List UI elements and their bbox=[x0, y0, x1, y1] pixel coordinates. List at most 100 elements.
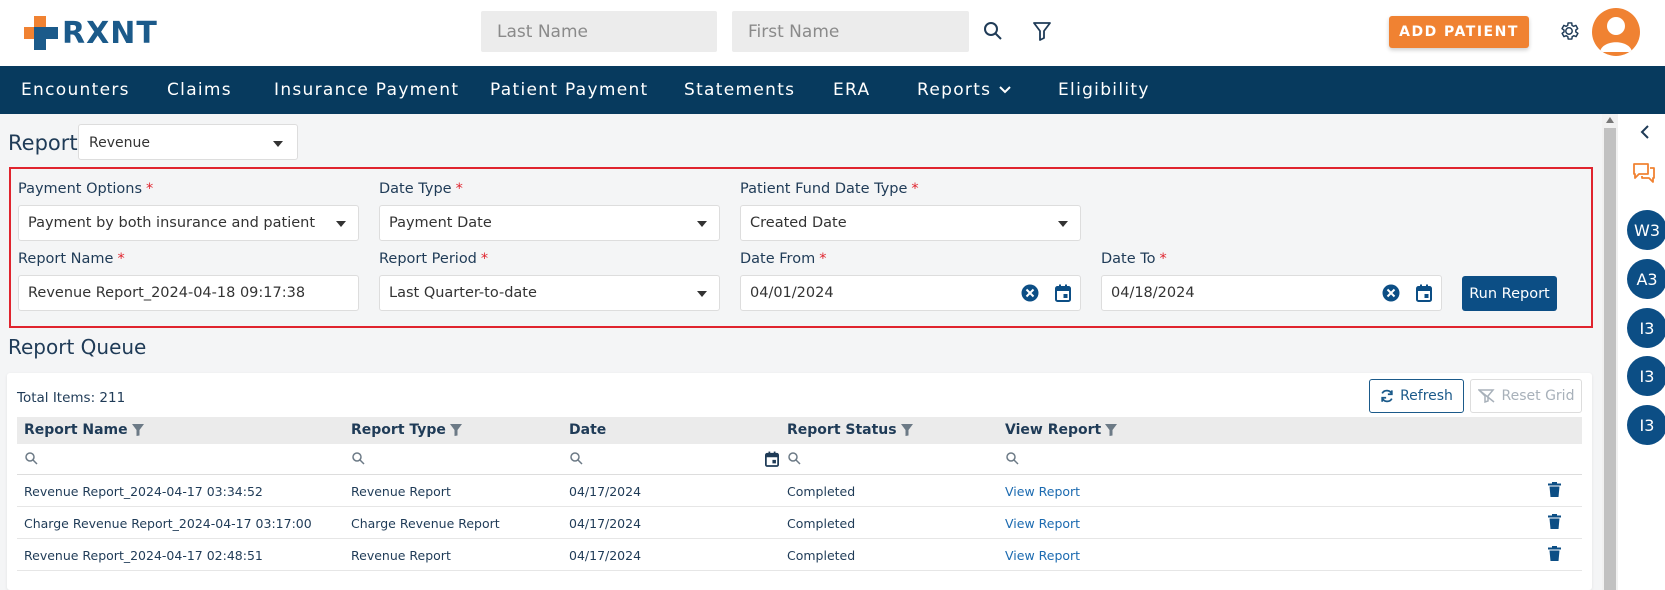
nav-claims[interactable]: Claims bbox=[167, 80, 232, 100]
nav-eligibility[interactable]: Eligibility bbox=[1058, 80, 1150, 100]
report-name-value: Revenue Report_2024-04-18 09:17:38 bbox=[28, 285, 306, 301]
payment-options-label: Payment Options * bbox=[18, 181, 154, 197]
rxnt-logo[interactable]: RXNT bbox=[22, 13, 158, 53]
report-name-cell: Revenue Report_2024-04-17 02:48:51 bbox=[24, 548, 263, 563]
filter-icon[interactable] bbox=[1104, 423, 1118, 437]
report-page: Report Revenue Payment Options * Payment … bbox=[0, 114, 1602, 590]
column-header-view-report[interactable]: View Report bbox=[1005, 422, 1118, 438]
nav-reports[interactable]: Reports bbox=[917, 80, 991, 100]
report-period-select[interactable]: Last Quarter-to-date bbox=[379, 275, 720, 311]
nav-statements[interactable]: Statements bbox=[684, 80, 795, 100]
date-from-label: Date From * bbox=[740, 251, 827, 267]
payment-options-value: Payment by both insurance and patient bbox=[28, 215, 316, 231]
report-name-cell: Charge Revenue Report_2024-04-17 03:17:0… bbox=[24, 516, 312, 531]
report-label: Report bbox=[8, 131, 78, 155]
calendar-icon[interactable] bbox=[1416, 284, 1432, 302]
refresh-label: Refresh bbox=[1400, 388, 1453, 404]
chevron-down-icon[interactable] bbox=[999, 86, 1011, 94]
table-row: Revenue Report_2024-04-17 02:48:51 Reven… bbox=[17, 539, 1582, 571]
first-name-input[interactable] bbox=[732, 11, 969, 52]
filter-icon[interactable] bbox=[1030, 19, 1054, 43]
chevron-down-icon bbox=[697, 291, 707, 297]
grid-filter-row bbox=[17, 444, 1582, 475]
date-type-select[interactable]: Payment Date bbox=[379, 205, 720, 241]
reset-grid-button[interactable]: Reset Grid bbox=[1470, 379, 1582, 413]
patient-fund-date-type-value: Created Date bbox=[750, 215, 847, 231]
column-header-report-type[interactable]: Report Type bbox=[351, 422, 463, 438]
view-report-link[interactable]: View Report bbox=[1005, 548, 1080, 563]
filter-icon[interactable] bbox=[449, 423, 463, 437]
trash-icon[interactable] bbox=[1548, 482, 1561, 497]
user-chip-i3[interactable]: I3 bbox=[1627, 405, 1665, 445]
report-queue-title: Report Queue bbox=[8, 335, 147, 359]
user-chip-i3[interactable]: I3 bbox=[1627, 356, 1665, 396]
report-queue-grid: Total Items: 211 Refresh Reset Grid Repo… bbox=[7, 373, 1592, 590]
patient-fund-date-type-label: Patient Fund Date Type * bbox=[740, 181, 919, 197]
chat-icon[interactable] bbox=[1632, 162, 1656, 184]
date-to-value: 04/18/2024 bbox=[1111, 285, 1195, 301]
chevron-down-icon bbox=[336, 221, 346, 227]
scrollbar-thumb[interactable] bbox=[1604, 128, 1616, 590]
main-nav: Encounters Claims Insurance Payment Pati… bbox=[0, 66, 1665, 114]
column-header-report-status[interactable]: Report Status bbox=[787, 422, 914, 438]
report-type-cell: Revenue Report bbox=[351, 484, 451, 499]
refresh-button[interactable]: Refresh bbox=[1369, 379, 1464, 413]
report-name-label: Report Name * bbox=[18, 251, 125, 267]
clear-circle-icon[interactable] bbox=[1382, 284, 1400, 302]
search-icon[interactable] bbox=[570, 452, 583, 465]
clear-circle-icon[interactable] bbox=[1021, 284, 1039, 302]
chevron-down-icon bbox=[1058, 221, 1068, 227]
report-parameters-panel: Payment Options * Payment by both insuran… bbox=[9, 167, 1593, 328]
reset-filter-icon bbox=[1477, 389, 1495, 403]
view-report-link[interactable]: View Report bbox=[1005, 484, 1080, 499]
page-scrollbar[interactable] bbox=[1602, 114, 1618, 590]
run-report-button[interactable]: Run Report bbox=[1462, 276, 1557, 311]
nav-encounters[interactable]: Encounters bbox=[21, 80, 130, 100]
date-from-value: 04/01/2024 bbox=[750, 285, 834, 301]
rxnt-cross-icon bbox=[24, 16, 58, 50]
date-type-value: Payment Date bbox=[389, 215, 492, 231]
user-chip-a3[interactable]: A3 bbox=[1627, 259, 1665, 299]
nav-patient-payment[interactable]: Patient Payment bbox=[490, 80, 649, 100]
add-patient-button[interactable]: ADD PATIENT bbox=[1389, 16, 1529, 48]
trash-icon[interactable] bbox=[1548, 514, 1561, 529]
user-chip-w3[interactable]: W3 bbox=[1627, 210, 1665, 250]
refresh-icon bbox=[1381, 389, 1393, 403]
report-type-cell: Charge Revenue Report bbox=[351, 516, 500, 531]
search-icon[interactable] bbox=[25, 452, 38, 465]
grid-header: Report Name Report Type Date Report Stat… bbox=[17, 417, 1582, 444]
chevron-down-icon bbox=[697, 221, 707, 227]
user-avatar-icon[interactable] bbox=[1592, 8, 1640, 56]
reset-grid-label: Reset Grid bbox=[1501, 388, 1575, 404]
search-icon[interactable] bbox=[1006, 452, 1019, 465]
total-items: Total Items: 211 bbox=[17, 390, 126, 406]
search-icon[interactable] bbox=[352, 452, 365, 465]
payment-options-select[interactable]: Payment by both insurance and patient bbox=[18, 205, 359, 241]
calendar-icon[interactable] bbox=[765, 451, 779, 467]
user-chip-i3[interactable]: I3 bbox=[1627, 308, 1665, 348]
trash-icon[interactable] bbox=[1548, 546, 1561, 561]
column-header-report-name[interactable]: Report Name bbox=[24, 422, 145, 438]
last-name-input[interactable] bbox=[481, 11, 717, 52]
search-icon[interactable] bbox=[788, 452, 801, 465]
patient-fund-date-type-select[interactable]: Created Date bbox=[740, 205, 1081, 241]
calendar-icon[interactable] bbox=[1055, 284, 1071, 302]
date-cell: 04/17/2024 bbox=[569, 484, 642, 499]
search-icon[interactable] bbox=[981, 19, 1005, 43]
nav-insurance-payment[interactable]: Insurance Payment bbox=[274, 80, 459, 100]
view-report-link[interactable]: View Report bbox=[1005, 516, 1080, 531]
date-to-label: Date To * bbox=[1101, 251, 1167, 267]
table-row: Charge Revenue Report_2024-04-17 03:17:0… bbox=[17, 507, 1582, 539]
gear-icon[interactable] bbox=[1556, 18, 1582, 44]
nav-era[interactable]: ERA bbox=[833, 80, 870, 100]
date-from-input[interactable]: 04/01/2024 bbox=[740, 275, 1081, 311]
report-type-select[interactable]: Revenue bbox=[78, 124, 298, 160]
chevron-left-icon[interactable] bbox=[1640, 125, 1649, 139]
status-cell: Completed bbox=[787, 548, 856, 563]
filter-icon[interactable] bbox=[131, 423, 145, 437]
date-to-input[interactable]: 04/18/2024 bbox=[1101, 275, 1442, 311]
filter-icon[interactable] bbox=[900, 423, 914, 437]
column-header-date[interactable]: Date bbox=[569, 422, 606, 438]
report-name-input[interactable]: Revenue Report_2024-04-18 09:17:38 bbox=[18, 275, 359, 311]
scroll-up-arrow-icon[interactable] bbox=[1606, 117, 1614, 123]
